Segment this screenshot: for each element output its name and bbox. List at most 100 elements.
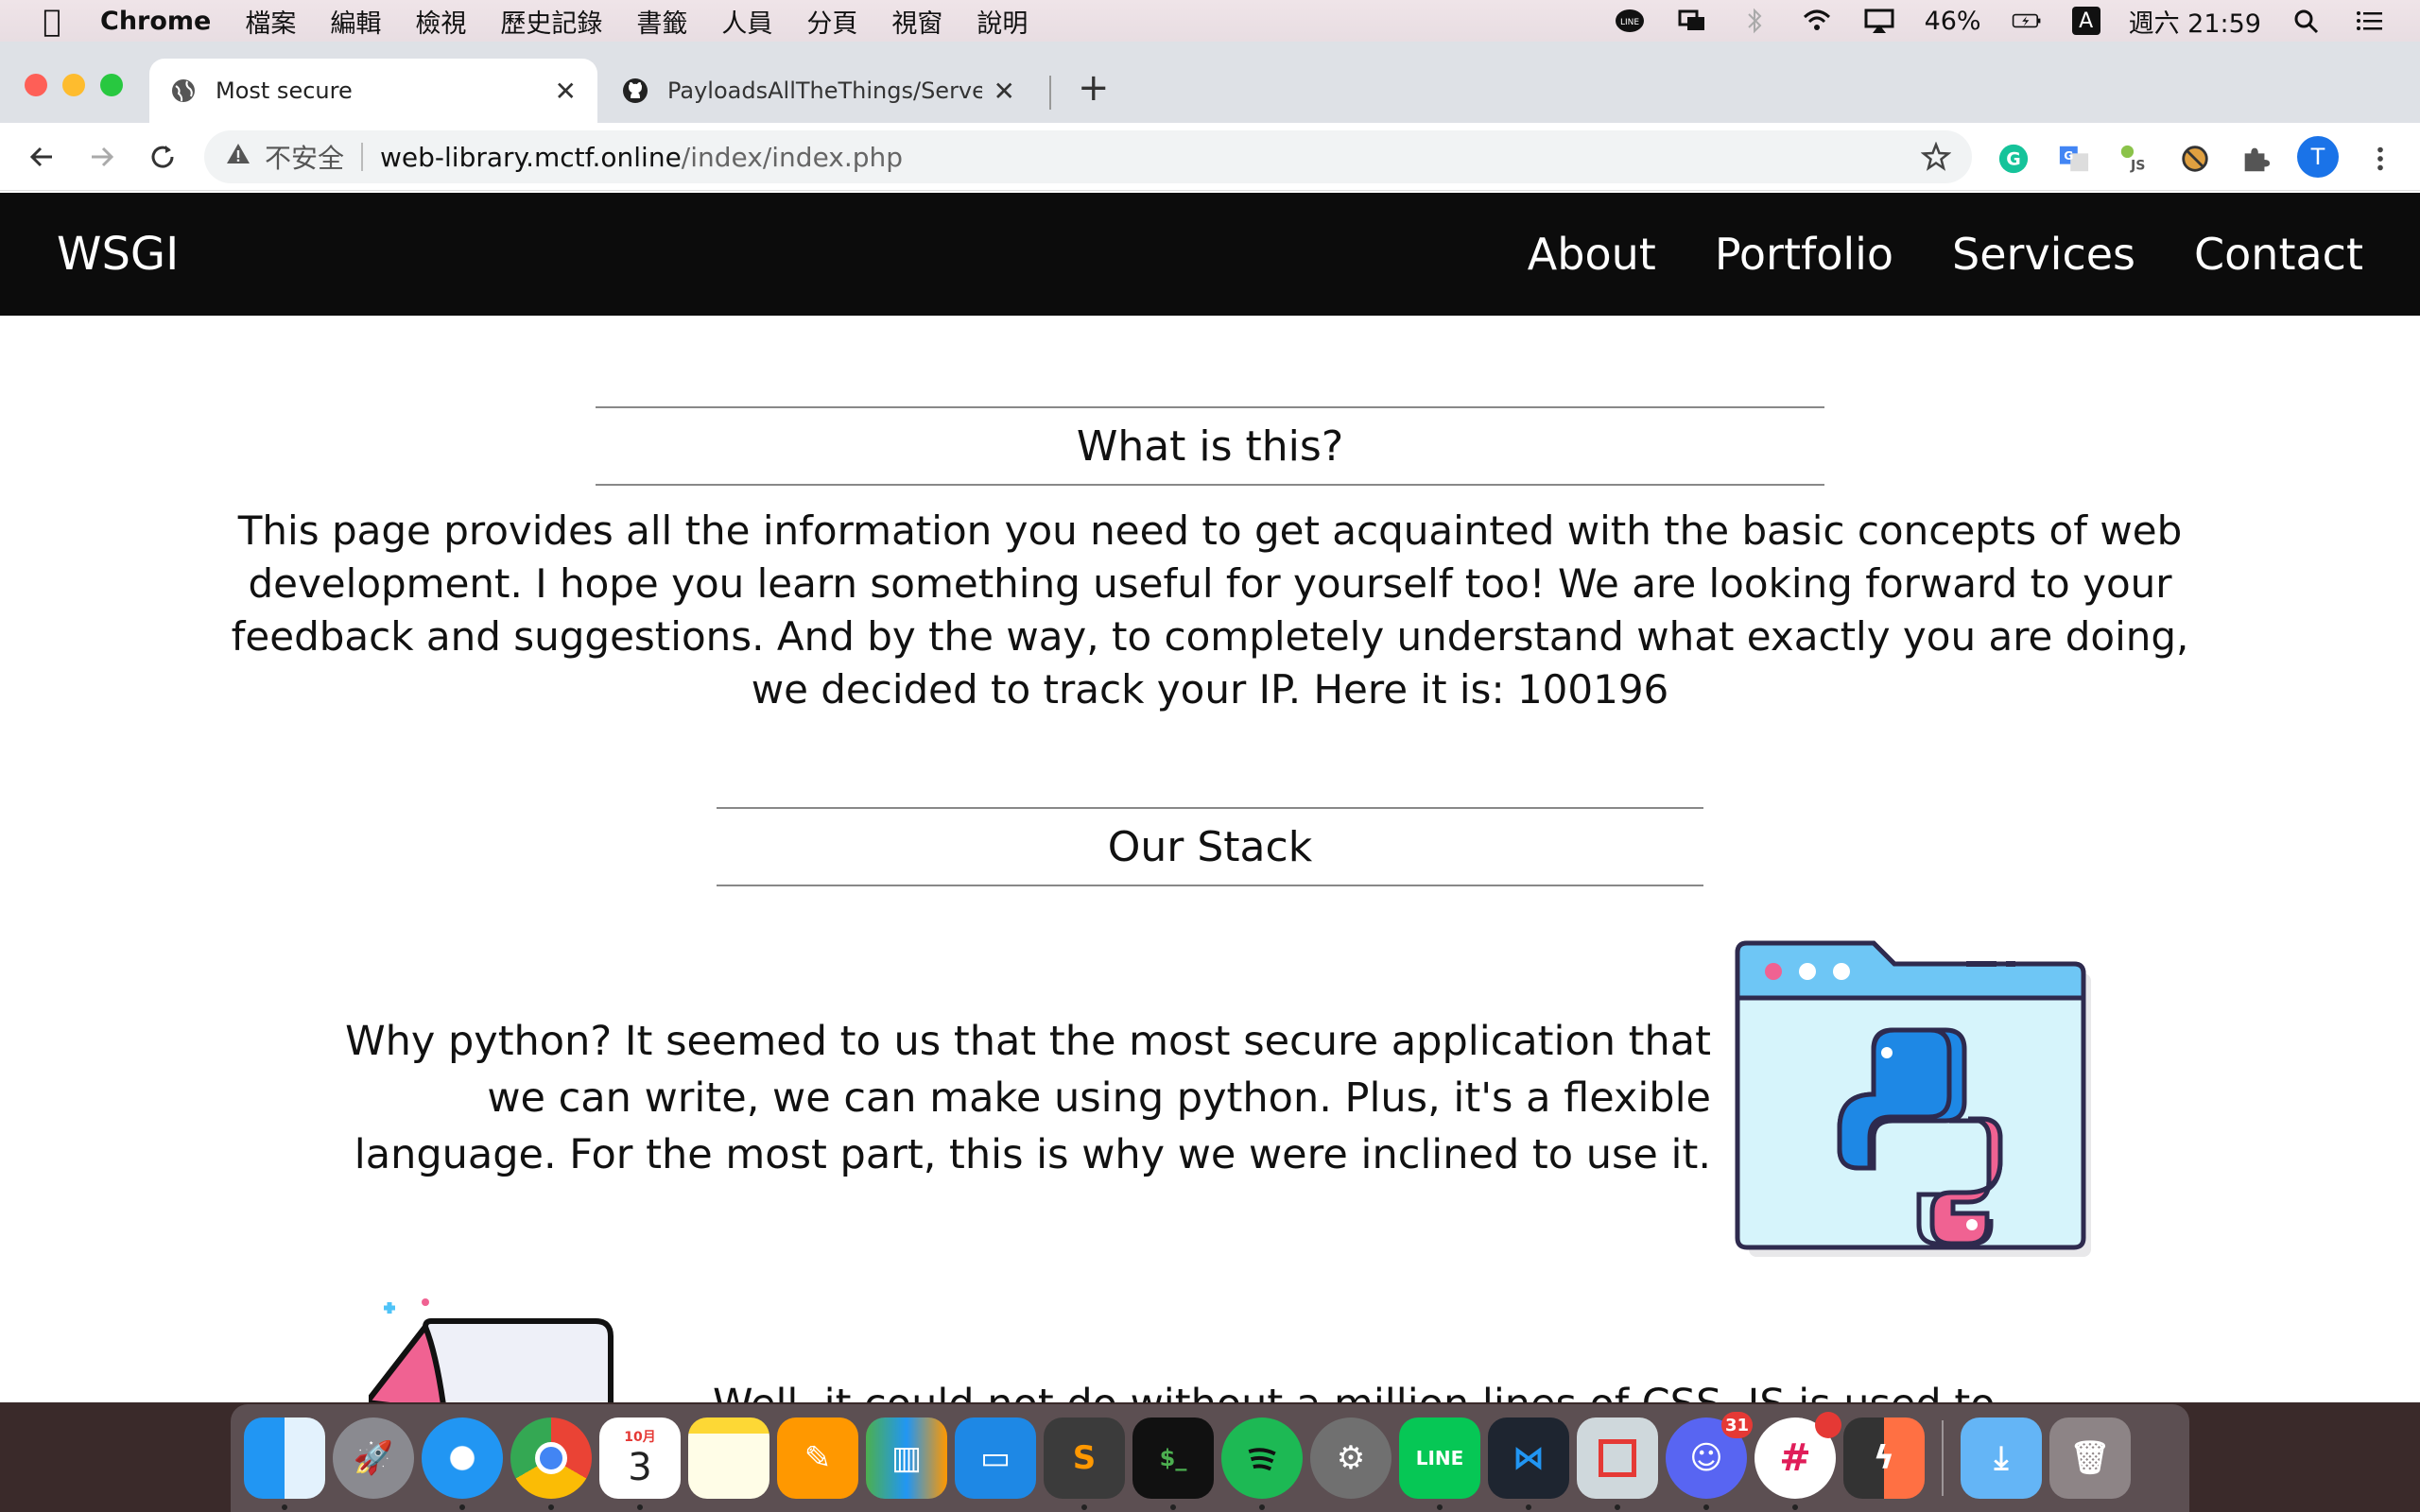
tab-payloads[interactable]: PayloadsAllTheThings/Server S ✕ xyxy=(601,59,1036,123)
slack-badge xyxy=(1815,1412,1841,1438)
terminal-icon[interactable]: $_ xyxy=(1132,1418,1214,1510)
numbers-icon[interactable]: ▥ xyxy=(866,1418,947,1499)
blocker-extension-icon[interactable] xyxy=(2178,142,2212,176)
svg-text:G: G xyxy=(2006,149,2021,170)
tab-strip: Most secure ✕ PayloadsAllTheThings/Serve… xyxy=(0,42,2420,123)
notes-icon[interactable] xyxy=(688,1418,769,1499)
profile-avatar[interactable]: T xyxy=(2297,136,2339,178)
spotlight-search-icon[interactable] xyxy=(2290,7,2324,35)
bookmark-star-icon[interactable] xyxy=(1920,141,1952,179)
keynote-icon[interactable]: ▭ xyxy=(955,1418,1036,1499)
tab-title: PayloadsAllTheThings/Server S xyxy=(667,77,982,104)
finder-icon[interactable] xyxy=(244,1418,325,1510)
airplay-icon[interactable] xyxy=(1862,7,1896,35)
battery-icon[interactable] xyxy=(2010,7,2044,35)
tab-title: Most secure xyxy=(216,77,353,104)
js-extension-icon[interactable]: JS xyxy=(2118,142,2152,176)
section-title-our-stack: Our Stack xyxy=(717,807,1703,886)
browser-toolbar: 不安全 web-library.mctf.online/index/index.… xyxy=(0,123,2420,191)
back-icon[interactable] xyxy=(23,138,60,176)
wifi-icon[interactable] xyxy=(1800,7,1834,35)
url-host: web-library.mctf.online xyxy=(380,141,682,173)
minimize-window-button[interactable] xyxy=(62,74,85,96)
app-menu[interactable]: Chrome xyxy=(100,7,211,36)
sublime-text-icon[interactable]: S xyxy=(1044,1418,1125,1510)
bluetooth-icon[interactable] xyxy=(1737,7,1772,35)
system-preferences-icon[interactable]: ⚙ xyxy=(1310,1418,1392,1499)
globe-icon xyxy=(170,77,197,104)
safari-icon[interactable] xyxy=(422,1418,503,1510)
tab-divider xyxy=(1049,76,1051,110)
nav-services[interactable]: Services xyxy=(1952,229,2135,280)
address-bar[interactable]: 不安全 web-library.mctf.online/index/index.… xyxy=(204,130,1972,183)
forward-icon[interactable] xyxy=(83,138,121,176)
nav-portfolio[interactable]: Portfolio xyxy=(1715,229,1893,280)
nav-contact[interactable]: Contact xyxy=(2194,229,2363,280)
intro-paragraph: This page provides all the information y… xyxy=(217,505,2203,716)
menu-file[interactable]: 檔案 xyxy=(245,3,296,40)
new-tab-icon[interactable]: + xyxy=(1078,66,1110,110)
zoom-window-button[interactable] xyxy=(100,74,123,96)
svg-text:LINE: LINE xyxy=(1620,18,1639,27)
close-tab-icon[interactable]: ✕ xyxy=(994,76,1015,107)
menu-help[interactable]: 說明 xyxy=(977,3,1028,40)
intro-line: feedback and suggestions. And by the way… xyxy=(231,613,2189,660)
python-folder-illustration xyxy=(1735,940,2091,1257)
close-tab-icon[interactable]: ✕ xyxy=(555,76,577,107)
security-label[interactable]: 不安全 xyxy=(265,138,344,176)
site-navbar: WSGI About Portfolio Services Contact xyxy=(0,193,2420,316)
close-window-button[interactable] xyxy=(25,74,47,96)
calendar-month: 10月 xyxy=(624,1430,656,1445)
launchpad-icon[interactable]: 🚀 xyxy=(333,1418,414,1499)
nav-about[interactable]: About xyxy=(1528,229,1656,280)
url-path: /index/index.php xyxy=(681,141,904,173)
terminal-prompt: $_ xyxy=(1159,1445,1187,1471)
line-tray-icon[interactable]: LINE xyxy=(1613,7,1647,35)
notification-center-icon[interactable] xyxy=(2352,7,2386,35)
python-paragraph: Why python? It seemed to us that the mos… xyxy=(189,1013,1711,1183)
menubar-clock[interactable]: 週六 21:59 xyxy=(2129,3,2261,40)
virtual-machine-icon[interactable] xyxy=(1577,1418,1658,1510)
chrome-dock-icon[interactable] xyxy=(510,1418,592,1510)
calendar-icon[interactable]: 10月 3 xyxy=(599,1418,681,1510)
apple-menu-icon[interactable]:  xyxy=(38,3,66,39)
ssh-tunnel-icon[interactable]: ϟ xyxy=(1843,1418,1925,1499)
discord-badge: 31 xyxy=(1720,1412,1753,1438)
section-title-what-is-this: What is this? xyxy=(596,406,1824,486)
page-content: WSGI About Portfolio Services Contact Wh… xyxy=(0,193,2420,1402)
input-method-icon[interactable]: A xyxy=(2071,7,2100,35)
grammarly-extension-icon[interactable]: G xyxy=(1996,142,2031,176)
slack-icon[interactable]: # xyxy=(1754,1412,1841,1510)
spotify-icon[interactable] xyxy=(1221,1418,1303,1510)
google-translate-extension-icon[interactable]: G xyxy=(2057,142,2091,176)
line-app-icon[interactable]: LINE xyxy=(1399,1418,1480,1510)
menu-window[interactable]: 視窗 xyxy=(891,3,942,40)
python-line: language. For the most part, this is why… xyxy=(354,1131,1711,1178)
omnibox-separator xyxy=(361,143,364,171)
python-line: Why python? It seemed to us that the mos… xyxy=(345,1018,1711,1065)
menu-people[interactable]: 人員 xyxy=(721,3,772,40)
warning-icon[interactable] xyxy=(225,141,251,174)
menu-tab[interactable]: 分頁 xyxy=(806,3,857,40)
pages-icon[interactable]: ✎ xyxy=(777,1418,858,1499)
vscode-icon[interactable]: ⋈ xyxy=(1488,1418,1569,1510)
extensions-puzzle-icon[interactable] xyxy=(2238,142,2273,176)
calendar-day: 3 xyxy=(628,1446,652,1489)
menu-edit[interactable]: 編輯 xyxy=(330,3,381,40)
reload-icon[interactable] xyxy=(144,138,182,176)
menu-view[interactable]: 檢視 xyxy=(415,3,466,40)
dock-separator xyxy=(1942,1420,1944,1496)
discord-icon[interactable]: ☺ 31 xyxy=(1666,1412,1753,1510)
site-brand[interactable]: WSGI xyxy=(57,228,179,281)
python-line: we can write, we can make using python. … xyxy=(487,1074,1711,1122)
screen-share-icon[interactable] xyxy=(1675,7,1709,35)
tab-most-secure[interactable]: Most secure ✕ xyxy=(149,59,597,123)
chrome-menu-icon[interactable] xyxy=(2363,142,2397,176)
macos-menubar:  Chrome 檔案 編輯 檢視 歷史記錄 書籤 人員 分頁 視窗 說明 LI… xyxy=(0,0,2420,42)
css-document-illustration xyxy=(369,1298,614,1402)
downloads-folder-icon[interactable]: ⤓ xyxy=(1961,1418,2042,1499)
menu-bookmarks[interactable]: 書籤 xyxy=(636,3,687,40)
intro-line: development. I hope you learn something … xyxy=(248,560,2172,607)
trash-icon[interactable]: 🗑 xyxy=(2049,1418,2131,1499)
menu-history[interactable]: 歷史記錄 xyxy=(500,3,602,40)
